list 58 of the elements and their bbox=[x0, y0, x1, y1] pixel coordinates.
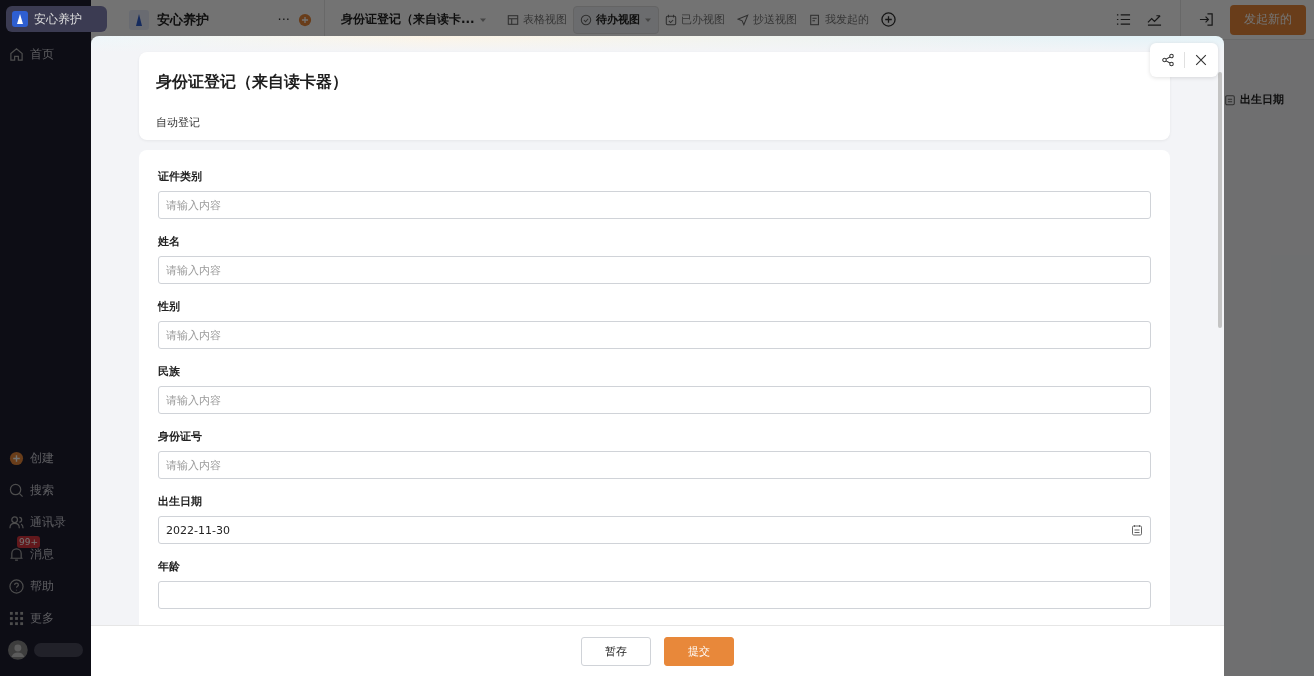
search-icon bbox=[9, 482, 24, 498]
send-icon bbox=[736, 13, 749, 26]
app-name: 安心养护 bbox=[157, 10, 210, 29]
bell-icon bbox=[9, 546, 24, 562]
sidebar-item[interactable]: 通讯录 bbox=[0, 506, 91, 538]
unread-count-badge: 99+ bbox=[17, 535, 40, 548]
close-icon[interactable] bbox=[1193, 53, 1208, 67]
sidebar-item[interactable]: 帮助 bbox=[0, 570, 91, 602]
app-logo-icon bbox=[12, 11, 28, 27]
calendar-icon bbox=[1224, 93, 1236, 106]
view-tab[interactable]: 待办视图 bbox=[572, 5, 659, 34]
home-nav-item[interactable]: 首页 bbox=[0, 38, 91, 70]
dialog-description: 自动登记 bbox=[156, 115, 201, 130]
grid-icon bbox=[9, 610, 24, 626]
calendar-check-icon bbox=[664, 13, 677, 26]
new-button[interactable]: 发起新的 bbox=[1230, 4, 1306, 35]
plus-icon bbox=[9, 450, 24, 466]
app-logo-icon bbox=[129, 9, 149, 30]
field-label: 身份证号 bbox=[158, 430, 203, 444]
text-field[interactable]: 请输入内容 bbox=[158, 256, 1151, 284]
field-label: 出生日期 bbox=[158, 495, 203, 509]
field-label: 年龄 bbox=[158, 560, 181, 574]
field-label: 民族 bbox=[158, 365, 181, 379]
sidebar-item[interactable]: 搜索 bbox=[0, 474, 91, 506]
avatar-icon[interactable] bbox=[8, 640, 28, 660]
text-field[interactable]: 请输入内容 bbox=[158, 386, 1151, 414]
add-view-icon[interactable] bbox=[880, 12, 896, 27]
home-icon bbox=[9, 46, 24, 62]
scrollbar-thumb[interactable] bbox=[1218, 72, 1222, 328]
list-icon[interactable] bbox=[1116, 12, 1131, 27]
more-button[interactable]: ··· bbox=[277, 12, 290, 27]
exit-icon[interactable] bbox=[1199, 12, 1214, 27]
check-circle-icon bbox=[579, 13, 592, 26]
workspace-item[interactable]: 安心养护 bbox=[6, 6, 107, 32]
calendar-icon bbox=[1131, 524, 1143, 536]
dialog-title: 身份证登记（来自读卡器） bbox=[156, 72, 349, 93]
help-icon bbox=[9, 578, 24, 594]
sidebar-item[interactable]: 更多 bbox=[0, 602, 91, 634]
form-title-dropdown[interactable]: 身份证登记（来自读卡... bbox=[341, 11, 487, 28]
text-field[interactable]: 请输入内容 bbox=[158, 451, 1151, 479]
table-icon bbox=[506, 13, 519, 26]
submit-button[interactable]: 提交 bbox=[664, 636, 734, 666]
date-field[interactable]: 2022-11-30 bbox=[158, 516, 1151, 544]
text-field[interactable]: 请输入内容 bbox=[158, 191, 1151, 219]
document-icon bbox=[808, 13, 821, 26]
view-tab[interactable]: 表格视图 bbox=[500, 6, 573, 33]
trend-chart-icon[interactable] bbox=[1147, 12, 1162, 27]
text-field[interactable] bbox=[158, 581, 1151, 609]
field-label: 证件类别 bbox=[158, 170, 203, 184]
field-label: 性别 bbox=[158, 300, 181, 314]
save-draft-button[interactable]: 暂存 bbox=[581, 636, 651, 666]
share-icon[interactable] bbox=[1160, 53, 1175, 67]
field-label: 姓名 bbox=[158, 235, 181, 249]
column-header: 出生日期 bbox=[1224, 92, 1284, 107]
sidebar-item[interactable]: 创建 bbox=[0, 442, 91, 474]
people-icon bbox=[9, 514, 24, 530]
text-field[interactable]: 请输入内容 bbox=[158, 321, 1151, 349]
sidebar-item[interactable]: 99+ 消息 bbox=[0, 538, 91, 570]
